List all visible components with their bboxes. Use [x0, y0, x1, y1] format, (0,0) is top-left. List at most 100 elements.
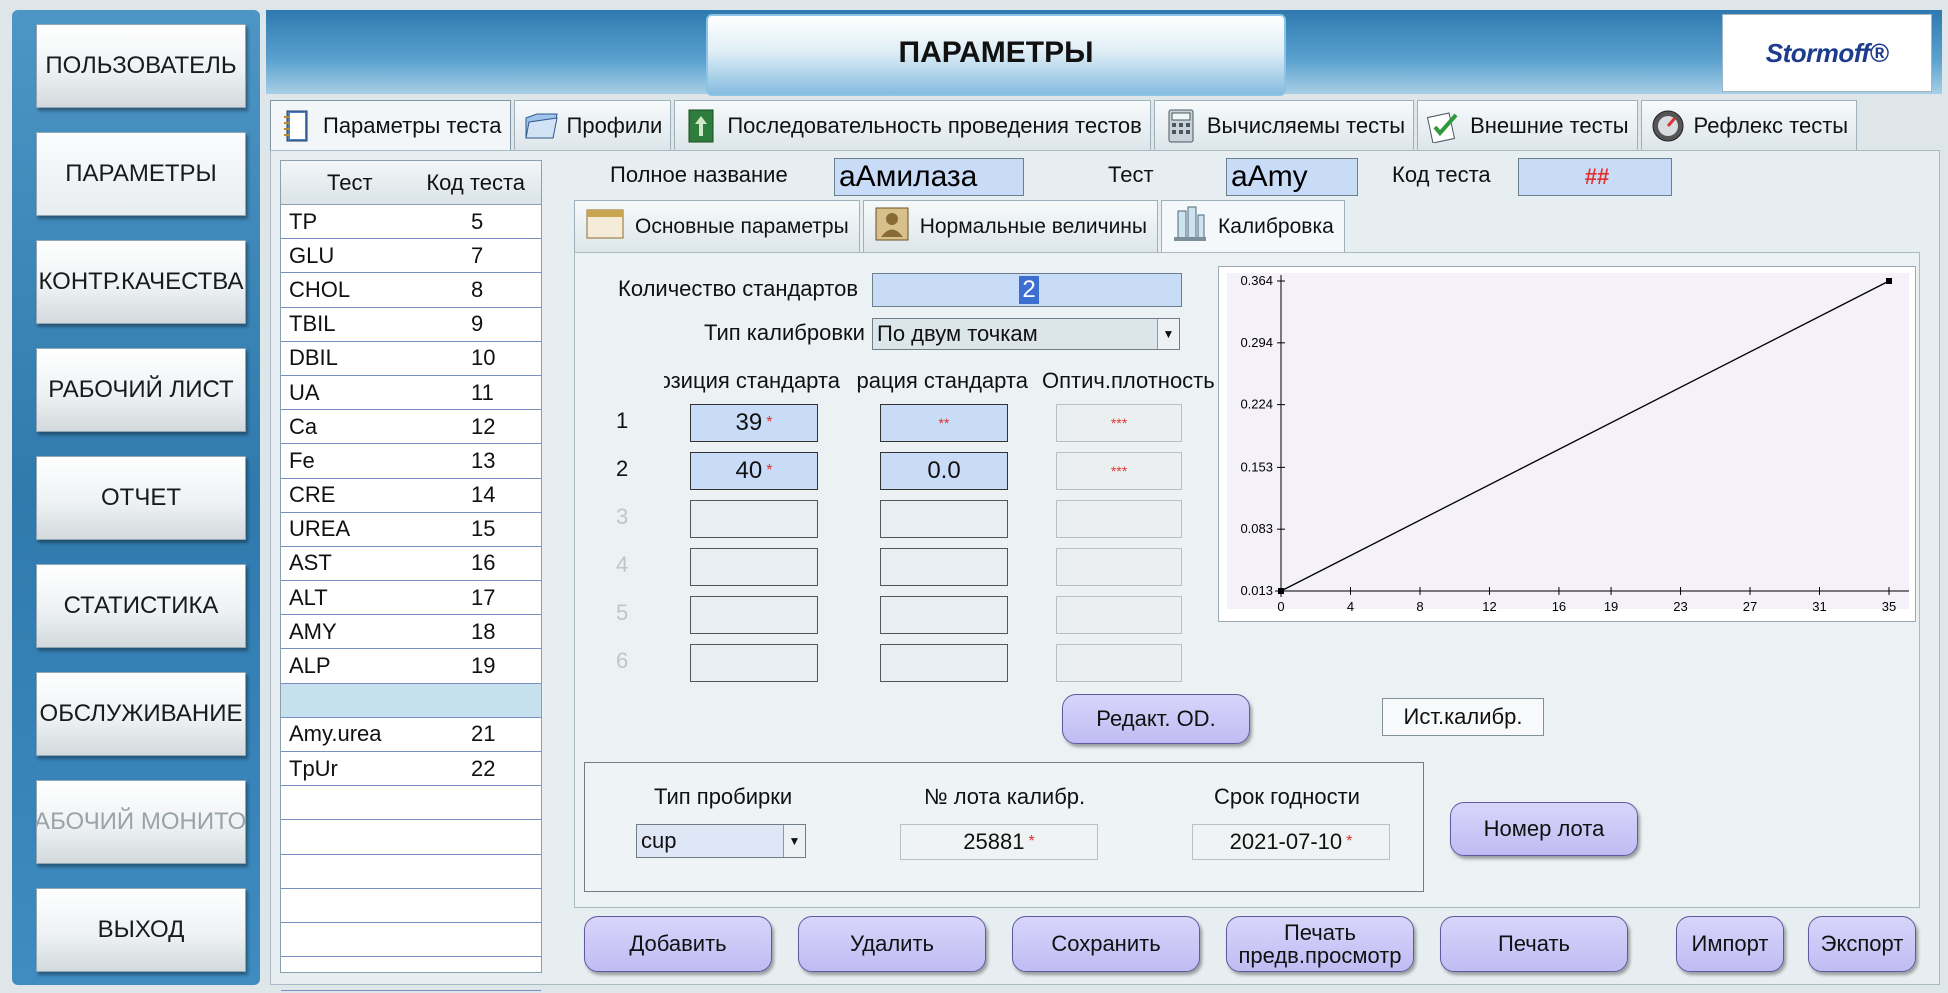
table-row[interactable] [281, 683, 541, 718]
print-button[interactable]: Печать [1440, 916, 1628, 972]
expiry-field[interactable]: 2021-07-10 * [1192, 824, 1390, 860]
code-field[interactable]: ## [1518, 158, 1672, 196]
table-row[interactable]: GLU 7 [281, 239, 541, 274]
delete-button[interactable]: Удалить [798, 916, 986, 972]
test-name-cell: GLU [289, 242, 335, 268]
table-row[interactable] [281, 889, 541, 923]
standard-concentration-field[interactable]: ** [880, 404, 1008, 442]
col-header-concentration: Концентрация стандарта [856, 368, 1028, 393]
table-row[interactable]: TpUr 22 [281, 752, 541, 787]
tab-test-parameters[interactable]: Параметры теста [270, 100, 511, 150]
table-row[interactable]: ALP 19 [281, 649, 541, 684]
table-row[interactable]: AMY 18 [281, 615, 541, 650]
chevron-down-icon: ▼ [783, 825, 805, 857]
standard-row-number: 3 [616, 504, 629, 529]
add-button[interactable]: Добавить [584, 916, 772, 972]
column-header-test[interactable]: Тест [281, 170, 426, 196]
table-row[interactable]: ALT 17 [281, 581, 541, 616]
tab-profiles[interactable]: Профили [513, 100, 672, 150]
test-code-cell: 13 [471, 447, 496, 473]
x-tick-label: 19 [1604, 599, 1618, 614]
test-code-cell: 7 [471, 242, 484, 268]
sidebar-item-report[interactable]: ОТЧЕТ [36, 456, 246, 540]
tab-external-tests[interactable]: Внешние тесты [1417, 100, 1638, 150]
table-row[interactable] [281, 786, 541, 821]
calibration-type-value: По двум точкам [877, 321, 1038, 346]
calibration-point [1886, 278, 1892, 284]
sidebar-item-quality-control[interactable]: КОНТР.КАЧЕСТВА [36, 240, 246, 324]
table-row[interactable] [281, 855, 541, 889]
sequence-icon [683, 108, 719, 144]
standard-concentration-field[interactable] [880, 596, 1008, 634]
y-tick-label: 0.294 [1240, 335, 1273, 350]
standard-concentration-field[interactable] [880, 644, 1008, 682]
tab-calibration[interactable]: Калибровка [1161, 200, 1345, 252]
save-button[interactable]: Сохранить [1012, 916, 1200, 972]
calibration-type-select[interactable]: По двум точкам ▼ [872, 318, 1180, 350]
calibration-history-button[interactable]: Ист.калибр. [1382, 698, 1544, 736]
standard-position-field[interactable]: 40 * [690, 452, 818, 490]
lot-number-button[interactable]: Номер лота [1450, 802, 1638, 856]
test-name-cell: ALP [289, 653, 331, 679]
test-name-cell: AMY [289, 618, 337, 644]
table-row[interactable]: TP 5 [281, 205, 541, 240]
table-row[interactable]: UA 11 [281, 376, 541, 411]
sidebar-item-worklist[interactable]: РАБОЧИЙ ЛИСТ [36, 348, 246, 432]
tab-test-sequence[interactable]: Последовательность проведения тестов [674, 100, 1151, 150]
tab-basic-parameters[interactable]: Основные параметры [574, 200, 860, 252]
table-row[interactable]: CHOL 8 [281, 273, 541, 308]
tube-type-select[interactable]: cup ▼ [636, 824, 806, 858]
sidebar-item-statistics[interactable]: СТАТИСТИКА [36, 564, 246, 648]
table-row[interactable] [281, 923, 541, 958]
print-preview-button[interactable]: Печать предв.просмотр [1226, 916, 1414, 972]
tab-normal-values[interactable]: Нормальные величины [862, 200, 1158, 252]
column-header-code[interactable]: Код теста [426, 170, 541, 196]
standard-concentration-field[interactable] [880, 548, 1008, 586]
test-list-rows: TP 5 GLU 7 CHOL 8 TBIL 9 DBIL 10 UA 11 Ca 12 Fe 13 CRE 14… [281, 205, 541, 992]
table-row[interactable]: Fe 13 [281, 444, 541, 479]
sidebar-item-exit[interactable]: ВЫХОД [36, 888, 246, 972]
standard-od-field: *** [1056, 452, 1182, 490]
standard-od-field [1056, 596, 1182, 634]
table-row[interactable]: CRE 14 [281, 479, 541, 513]
tab-label: Последовательность проведения тестов [727, 112, 1142, 138]
full-name-field[interactable]: аАмилаза [834, 158, 1024, 196]
test-code-cell: 15 [471, 516, 496, 542]
table-row[interactable]: Ca 12 [281, 410, 541, 445]
edit-od-button[interactable]: Редакт. OD. [1062, 694, 1250, 744]
lot-number-field[interactable]: 25881 * [900, 824, 1098, 860]
import-button[interactable]: Импорт [1676, 916, 1784, 972]
export-button[interactable]: Экспорт [1808, 916, 1916, 972]
table-row[interactable]: TBIL 9 [281, 308, 541, 342]
sidebar-item-parameters[interactable]: ПАРАМЕТРЫ [36, 132, 246, 216]
calibration-chart: 0.013 0.083 0.153 0.224 0.294 0.364 0 4 8 12 16 19 2… [1218, 266, 1916, 622]
table-row[interactable]: UREA 15 [281, 513, 541, 547]
standard-position-field[interactable] [690, 644, 818, 682]
x-tick-label: 16 [1552, 599, 1566, 614]
table-row[interactable] [281, 820, 541, 855]
standard-position-field[interactable] [690, 548, 818, 586]
tab-reflex-tests[interactable]: Рефлекс тесты [1640, 100, 1858, 150]
sidebar-item-maintenance[interactable]: ОБСЛУЖИВАНИЕ [36, 672, 246, 756]
table-row[interactable] [281, 957, 541, 992]
standard-position-field[interactable] [690, 500, 818, 538]
standard-position-field[interactable] [690, 596, 818, 634]
table-row[interactable]: AST 16 [281, 547, 541, 582]
table-row[interactable]: DBIL 10 [281, 342, 541, 376]
std-count-field[interactable]: 2 [872, 273, 1182, 307]
standard-position-field[interactable]: 39 * [690, 404, 818, 442]
standard-row-number: 5 [616, 600, 629, 625]
test-code-cell: 12 [471, 413, 496, 439]
test-code-cell: 16 [471, 550, 496, 576]
test-name-cell: DBIL [289, 345, 338, 371]
folder-icon [523, 108, 559, 144]
test-field[interactable]: aAmy [1226, 158, 1358, 196]
table-row[interactable]: Amy.urea 21 [281, 718, 541, 752]
sidebar-item-user[interactable]: ПОЛЬЗОВАТЕЛЬ [36, 24, 246, 108]
standard-concentration-field[interactable]: 0.0 [880, 452, 1008, 490]
test-name-cell: Fe [289, 447, 315, 473]
logo: Stormoff® [1722, 14, 1932, 92]
tab-calculated-tests[interactable]: Вычисляемы тесты [1153, 100, 1415, 150]
test-code-cell: 8 [471, 276, 484, 302]
standard-concentration-field[interactable] [880, 500, 1008, 538]
